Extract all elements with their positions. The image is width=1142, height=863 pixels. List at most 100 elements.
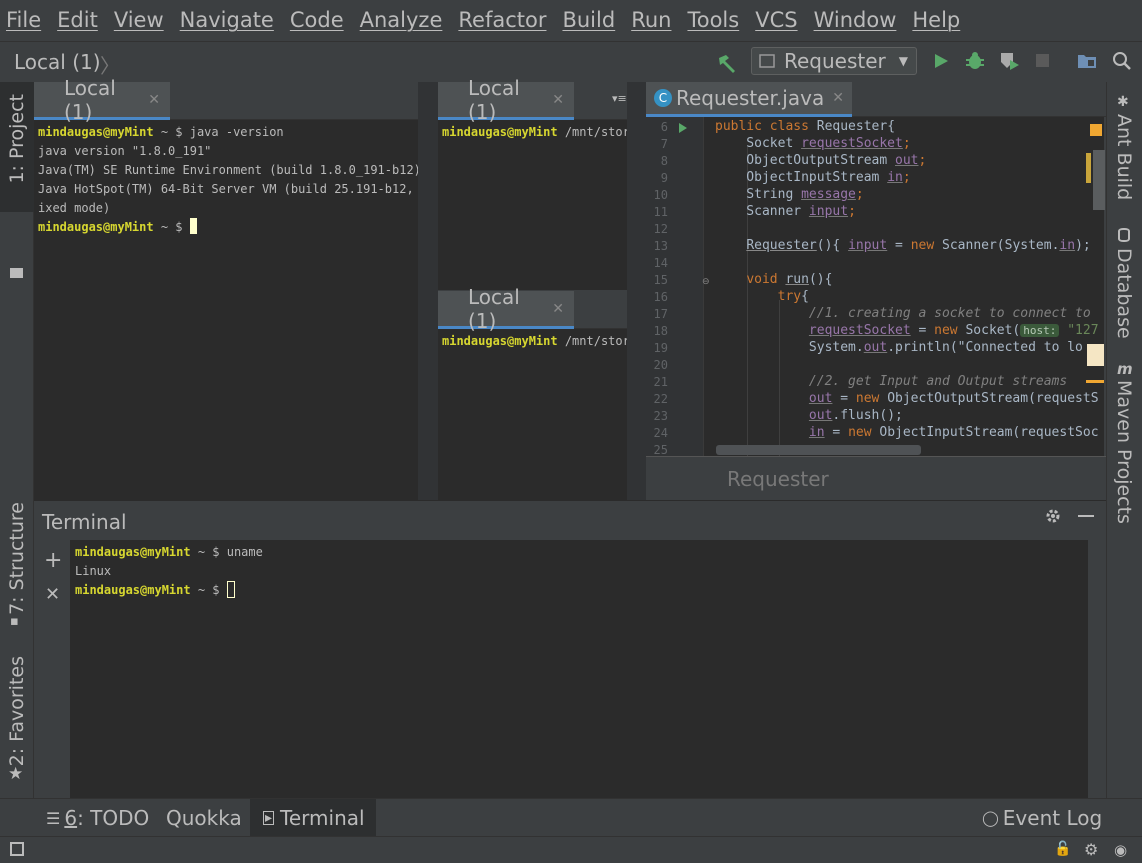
tool-tab-todo[interactable]: ☰ 6: TODO	[46, 799, 149, 837]
java-class-icon: C	[654, 89, 672, 107]
stop-icon[interactable]	[1036, 54, 1049, 67]
menu-item-analyze[interactable]: Analyze	[360, 8, 443, 32]
tab-local-1[interactable]: Local (1) ✕	[438, 76, 574, 124]
terminal-line: mindaugas@myMint ~ $	[75, 581, 263, 600]
menu-item-navigate[interactable]: Navigate	[180, 8, 274, 32]
tab-label: Requester.java	[676, 86, 825, 110]
terminal-line: Java(TM) SE Runtime Environment (build 1…	[38, 163, 421, 177]
menu-item-file[interactable]: File	[6, 8, 41, 32]
fold-icon[interactable]: ⊖	[702, 277, 710, 287]
menu-item-help[interactable]: Help	[912, 8, 960, 32]
menu-item-edit[interactable]: Edit	[57, 8, 98, 32]
terminal-line: mindaugas@myMint ~ $	[38, 218, 418, 237]
folder-icon	[10, 268, 23, 278]
code-line: out = new ObjectOutputStream(requestS	[808, 391, 1099, 406]
tab-local-1[interactable]: Local (1) ✕	[34, 76, 170, 124]
menu-item-run[interactable]: Run	[631, 8, 671, 32]
terminal-output[interactable]: mindaugas@myMint ~ $ java -version java v…	[38, 123, 428, 237]
tool-window-favorites[interactable]: 2: Favorites	[6, 656, 28, 766]
code-editor[interactable]: 6 7 8 9 10 11 12 13 14 15 16 17 18 19 20 21 22 23 24 25 ⊖ p…	[646, 117, 1104, 456]
code-line: //1. creating a socket to connect to	[715, 306, 1091, 321]
horizontal-scrollbar[interactable]	[716, 445, 921, 455]
notifications-icon[interactable]: ◉	[1114, 841, 1127, 859]
coverage-icon[interactable]	[998, 50, 1020, 72]
project-structure-icon[interactable]	[1076, 51, 1098, 71]
line-number: 25	[653, 443, 668, 456]
line-number: 16	[653, 290, 668, 304]
code-line: requestSocket = new Socket(host: "127	[808, 323, 1099, 338]
run-icon[interactable]	[932, 52, 950, 70]
line-number: 10	[653, 188, 668, 202]
code-line: void run(){	[746, 272, 833, 287]
tool-windows-icon[interactable]	[10, 842, 24, 856]
close-icon[interactable]: ✕	[552, 92, 564, 108]
lock-icon[interactable]: 🔓	[1054, 841, 1071, 857]
tool-tab-quokka[interactable]: Quokka	[166, 799, 242, 837]
code-line: public class Requester{	[715, 119, 896, 134]
terminal-pane-1: Local (1) ✕ mindaugas@myMint ~ $ java -ve…	[34, 76, 428, 500]
terminal-scrollbar[interactable]	[1088, 540, 1106, 798]
code-line: //2. get Input and Output streams	[715, 374, 1068, 389]
menu-item-vcs[interactable]: VCS	[755, 8, 797, 32]
tool-tab-terminal[interactable]: ▸ Terminal	[250, 799, 376, 837]
editor-gutter: 6 7 8 9 10 11 12 13 14 15 16 17 18 19 20 21 22 23 24 25	[646, 117, 704, 456]
terminal-panel-body[interactable]: mindaugas@myMint ~ $ uname Linux mindaugas…	[70, 540, 1088, 798]
structure-label: 7: Structure	[6, 502, 28, 615]
bottom-tool-bar: ☰ 6: TODO Quokka ▸ Terminal ◯ Event Log	[0, 798, 1142, 837]
line-number: 21	[653, 375, 668, 389]
menu-item-refactor[interactable]: Refactor	[458, 8, 546, 32]
close-session-icon[interactable]: ✕	[45, 584, 60, 605]
editor-breadcrumb[interactable]: Requester	[727, 467, 829, 491]
debug-icon[interactable]	[964, 50, 986, 72]
star-icon: ★	[8, 764, 24, 784]
menu-item-view[interactable]: View	[114, 8, 164, 32]
maven-projects-label: Maven Projects	[1113, 380, 1135, 524]
list-icon: ☰	[46, 808, 61, 828]
terminal-output[interactable]: mindaugas@myMint /mnt/stora	[442, 332, 637, 351]
gear-icon[interactable]	[1044, 507, 1062, 525]
project-label: 1: Project	[6, 94, 28, 184]
tool-window-maven-projects[interactable]: Maven Projects	[1113, 380, 1135, 524]
line-number: 6	[660, 120, 668, 134]
menu-item-window[interactable]: Window	[814, 8, 897, 32]
minimize-icon[interactable]	[1078, 515, 1094, 517]
inspector-icon[interactable]: ⚙	[1084, 840, 1098, 859]
warning-marker-icon[interactable]	[1090, 124, 1102, 136]
speech-bubble-icon: ◯	[982, 809, 999, 827]
breadcrumb[interactable]: Local (1)	[14, 50, 101, 74]
tool-window-database[interactable]: Database	[1113, 248, 1135, 339]
close-icon[interactable]: ✕	[552, 301, 564, 317]
terminal-cursor	[189, 218, 197, 234]
code-line: String message;	[715, 187, 864, 202]
tool-window-project[interactable]: 1: Project	[6, 94, 28, 184]
terminal-line: ixed mode)	[38, 201, 111, 215]
tool-tab-event-log[interactable]: ◯ Event Log	[982, 799, 1102, 837]
chevron-down-icon: ▼	[898, 54, 908, 68]
tab-local-1[interactable]: Local (1) ✕	[438, 285, 574, 333]
change-marker	[1086, 153, 1091, 183]
splitter[interactable]	[627, 82, 646, 500]
menu-item-code[interactable]: Code	[290, 8, 344, 32]
splitter[interactable]	[418, 82, 438, 500]
code-line: ObjectInputStream in;	[715, 170, 911, 185]
run-gutter-icon[interactable]	[678, 123, 688, 133]
code-line: Requester(){ input = new Scanner(System.…	[746, 238, 1091, 253]
new-session-icon[interactable]: +	[44, 548, 62, 573]
tool-window-structure[interactable]: 7: Structure	[6, 502, 28, 615]
build-hammer-icon[interactable]	[716, 52, 738, 74]
code-line: Socket requestSocket;	[715, 136, 911, 151]
terminal-pane-3: Local (1) ✕ mindaugas@myMint /mnt/stora	[438, 285, 646, 500]
run-configuration-select[interactable]: Requester ▼	[751, 47, 917, 75]
tool-window-ant-build[interactable]: Ant Build	[1113, 114, 1135, 200]
close-icon[interactable]: ✕	[832, 90, 844, 106]
menu-item-build[interactable]: Build	[562, 8, 615, 32]
tab-list-icon[interactable]: ▾≡	[612, 92, 627, 105]
search-icon[interactable]	[1112, 51, 1132, 71]
tab-requester-java[interactable]: C Requester.java ✕	[646, 82, 852, 117]
menu-item-tools[interactable]: Tools	[687, 8, 739, 32]
vertical-scrollbar[interactable]	[1093, 150, 1105, 210]
close-icon[interactable]: ✕	[148, 92, 160, 108]
code-line: Scanner input;	[715, 204, 856, 219]
editor-tab-bar: C Requester.java ✕	[646, 82, 1106, 117]
terminal-output[interactable]: mindaugas@myMint /mnt/stora	[442, 123, 637, 142]
